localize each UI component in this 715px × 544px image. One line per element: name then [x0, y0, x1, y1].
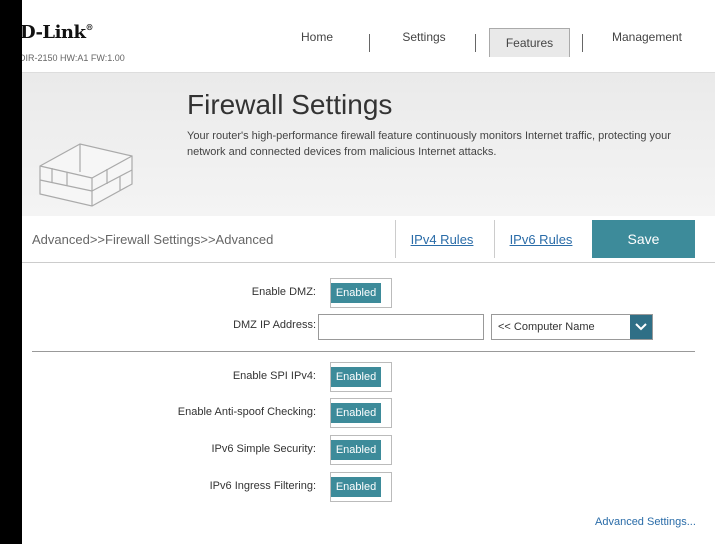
antispoof-label: Enable Anti-spoof Checking: — [177, 406, 316, 418]
section-divider — [32, 351, 695, 352]
nav-home[interactable]: Home — [277, 22, 357, 52]
select-value: << Computer Name — [498, 321, 595, 333]
spi-row: Enable SPI IPv4: Enabled — [22, 362, 715, 392]
ipv6-ingress-label: IPv6 Ingress Filtering: — [209, 480, 316, 492]
model-info: DIR-2150 HW:A1 FW:1.00 — [22, 53, 125, 63]
toggle-state: Enabled — [331, 440, 381, 460]
antispoof-row: Enable Anti-spoof Checking: Enabled — [22, 398, 715, 428]
top-bar: D-Link® DIR-2150 HW:A1 FW:1.00 Home Sett… — [22, 0, 715, 72]
dmz-ip-label: DMZ IP Address: — [233, 319, 316, 331]
ipv6-ingress-row: IPv6 Ingress Filtering: Enabled — [22, 472, 715, 502]
toggle-state: Enabled — [331, 477, 381, 497]
ipv6-ingress-toggle[interactable]: Enabled — [330, 472, 392, 502]
antispoof-toggle[interactable]: Enabled — [330, 398, 392, 428]
dmz-ip-input[interactable] — [318, 314, 484, 340]
ipv6-security-row: IPv6 Simple Security: Enabled — [22, 435, 715, 465]
save-button[interactable]: Save — [592, 220, 695, 258]
page-description: Your router's high-performance firewall … — [187, 130, 671, 158]
nav-separator — [369, 34, 370, 52]
page-title: Firewall Settings — [187, 89, 393, 120]
computer-name-select[interactable]: << Computer Name — [491, 314, 653, 340]
router-page: D-Link® DIR-2150 HW:A1 FW:1.00 Home Sett… — [22, 0, 715, 544]
brick-wall-icon — [39, 143, 133, 207]
ipv4-rules-button[interactable]: IPv4 Rules — [395, 220, 488, 258]
breadcrumb-bar: Advanced>>Firewall Settings>>Advanced IP… — [22, 216, 715, 263]
ipv6-security-toggle[interactable]: Enabled — [330, 435, 392, 465]
toggle-state: Enabled — [331, 283, 381, 303]
spi-toggle[interactable]: Enabled — [330, 362, 392, 392]
nav-settings[interactable]: Settings — [384, 22, 464, 52]
dlink-logo[interactable]: D-Link® — [22, 22, 93, 43]
toggle-state: Enabled — [331, 367, 381, 387]
nav-separator — [582, 34, 583, 52]
chevron-down-icon[interactable] — [630, 315, 652, 339]
breadcrumb: Advanced>>Firewall Settings>>Advanced — [32, 232, 274, 247]
toggle-state: Enabled — [331, 403, 381, 423]
logo-text: D-Link — [22, 22, 86, 43]
dmz-row: Enable DMZ: Enabled — [22, 278, 715, 308]
ipv6-rules-button[interactable]: IPv6 Rules — [494, 220, 587, 258]
ipv6-security-label: IPv6 Simple Security: — [211, 443, 316, 455]
feature-banner: Firewall Settings Your router's high-per… — [22, 72, 715, 217]
spi-label: Enable SPI IPv4: — [232, 370, 316, 382]
nav-management[interactable]: Management — [597, 22, 697, 52]
dmz-label: Enable DMZ: — [251, 286, 316, 298]
dmz-toggle[interactable]: Enabled — [330, 278, 392, 308]
logo-mark: ® — [85, 22, 93, 32]
nav-features[interactable]: Features — [489, 28, 570, 57]
advanced-settings-link[interactable]: Advanced Settings... — [595, 516, 696, 528]
dmz-ip-row: DMZ IP Address: << Computer Name — [22, 314, 715, 344]
nav-separator — [475, 34, 476, 52]
